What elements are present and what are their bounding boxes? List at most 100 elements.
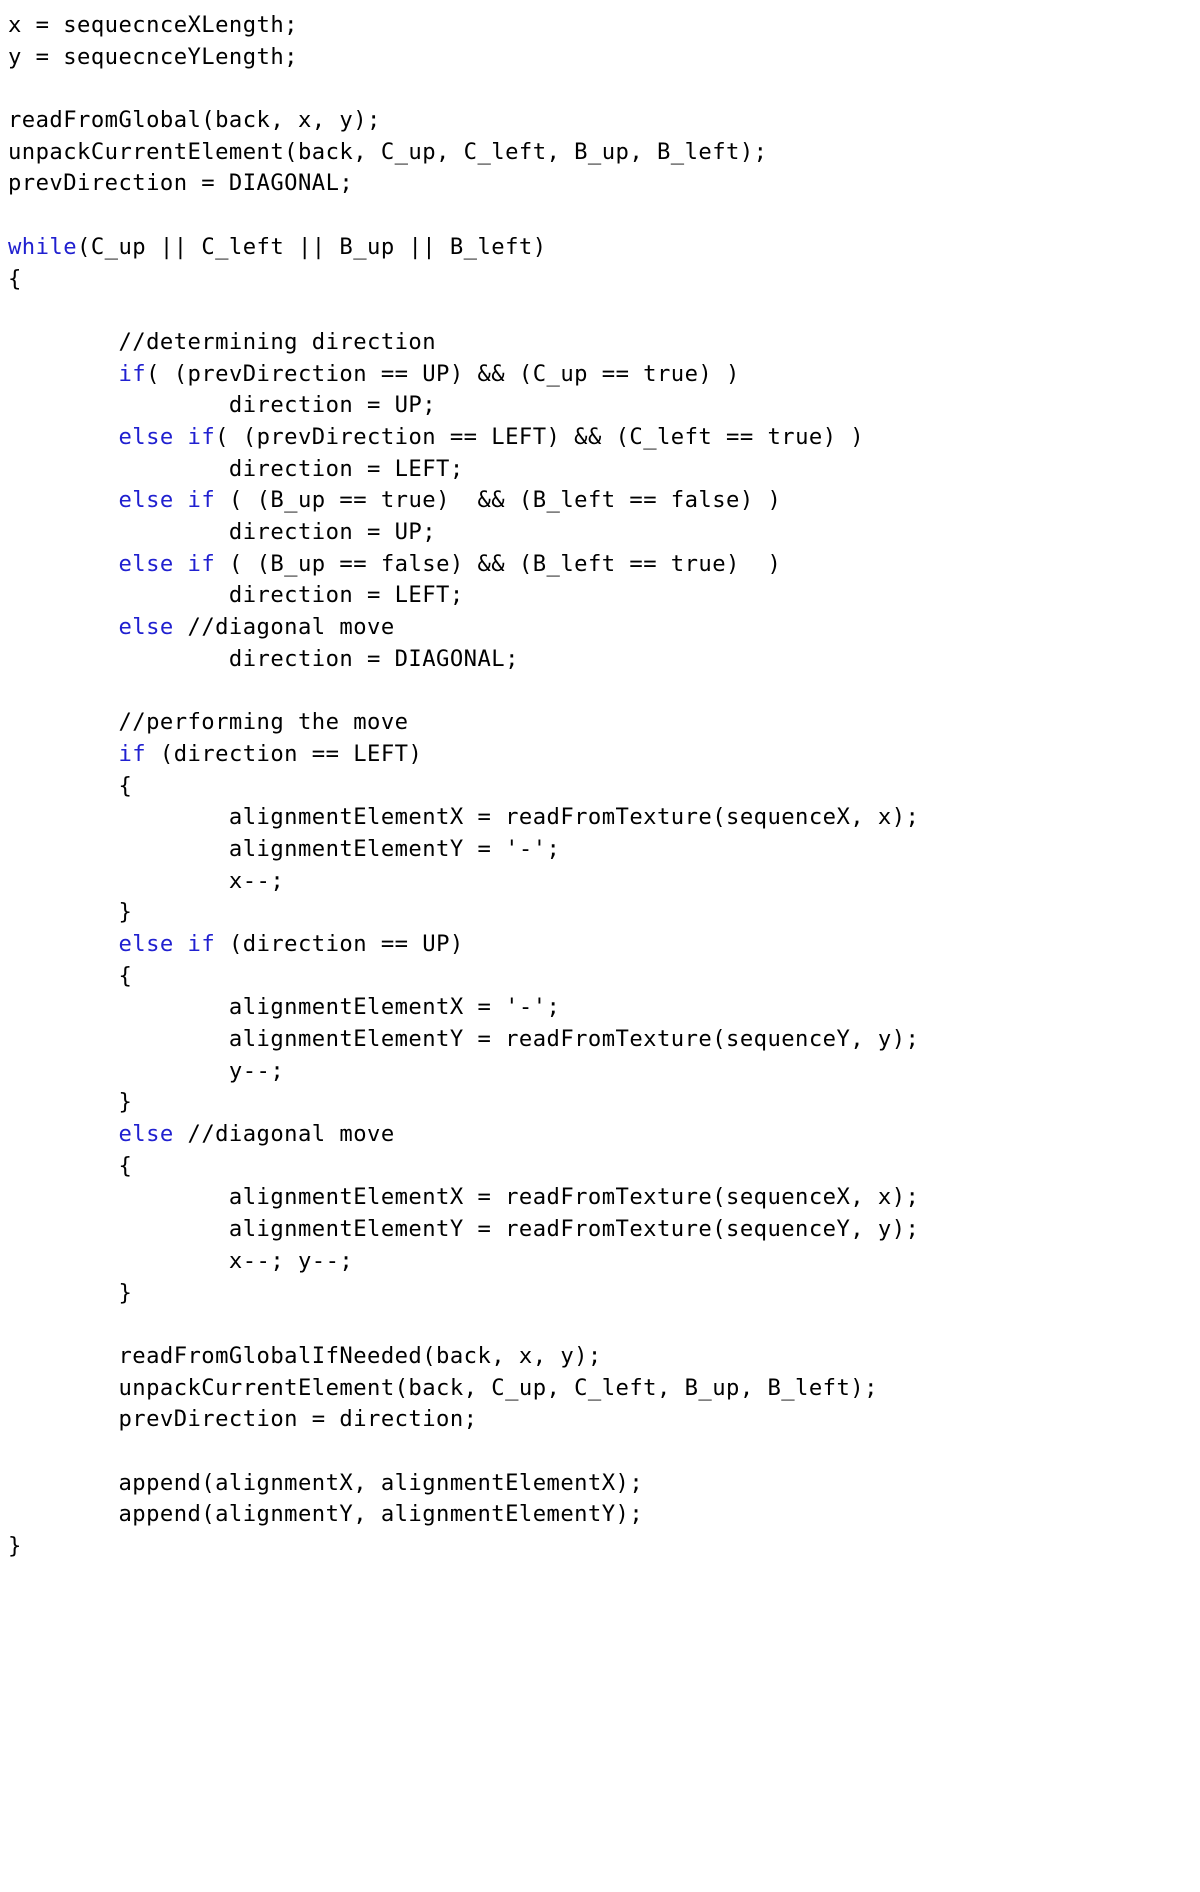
code-line: else if ( (B_up == false) && (B_left == … (8, 549, 1200, 581)
code-keyword: if (187, 930, 216, 957)
code-line: unpackCurrentElement(back, C_up, C_left,… (8, 1373, 1200, 1405)
code-token: ( (B_up == true) && (B_left == false) ) (215, 487, 782, 514)
code-token: } (8, 1089, 133, 1116)
code-token: x = sequecnceXLength; (8, 12, 298, 38)
code-token: (C_up || C_left || B_up || B_left) (77, 233, 547, 260)
code-keyword: while (8, 233, 78, 260)
code-line: direction = LEFT; (8, 454, 1200, 486)
code-token: } (8, 1279, 133, 1306)
code-token: x--; y--; (8, 1247, 354, 1274)
code-token: { (8, 962, 133, 989)
code-line: readFromGlobal(back, x, y); (8, 105, 1200, 137)
code-token: readFromGlobal(back, x, y); (8, 107, 381, 134)
code-token: alignmentElementY = readFromTexture(sequ… (8, 1026, 920, 1052)
code-line: alignmentElementY = '-'; (8, 834, 1200, 866)
code-line: append(alignmentY, alignmentElementY); (8, 1499, 1200, 1531)
code-token: y--; (8, 1057, 285, 1084)
code-token: unpackCurrentElement(back, C_up, C_left,… (8, 1374, 878, 1401)
code-line: alignmentElementX = readFromTexture(sequ… (8, 802, 1200, 834)
code-token: alignmentElementX = readFromTexture(sequ… (8, 804, 920, 831)
code-line: prevDirection = direction; (8, 1404, 1200, 1436)
code-token: { (8, 265, 22, 292)
code-token: //diagonal move (173, 1121, 395, 1148)
code-line: x--; y--; (8, 1246, 1200, 1278)
code-token: x--; (8, 867, 285, 894)
code-line: direction = UP; (8, 517, 1200, 549)
code-token: direction = LEFT; (8, 455, 464, 482)
code-keyword: else (118, 423, 174, 450)
code-token: direction = DIAGONAL; (8, 645, 519, 672)
code-line: if (direction == LEFT) (8, 739, 1200, 771)
code-line: { (8, 264, 1200, 296)
code-keyword: else (118, 550, 174, 577)
code-line: else if (direction == UP) (8, 929, 1200, 961)
code-token: alignmentElementX = '-'; (8, 994, 561, 1021)
code-token: direction = UP; (8, 392, 437, 419)
code-token: alignmentElementY = '-'; (8, 835, 561, 862)
code-line: append(alignmentX, alignmentElementX); (8, 1468, 1200, 1500)
code-token: (direction == UP) (215, 930, 464, 957)
code-line: } (8, 1278, 1200, 1310)
code-line: { (8, 961, 1200, 993)
code-token: { (8, 1152, 133, 1179)
code-line: direction = DIAGONAL; (8, 644, 1200, 676)
code-line: alignmentElementX = '-'; (8, 992, 1200, 1024)
code-line: direction = UP; (8, 390, 1200, 422)
code-token: append(alignmentY, alignmentElementY); (8, 1501, 644, 1528)
code-line: unpackCurrentElement(back, C_up, C_left,… (8, 137, 1200, 169)
code-line: } (8, 1087, 1200, 1119)
code-token: ( (B_up == false) && (B_left == true) ) (215, 550, 782, 577)
code-line: else //diagonal move (8, 612, 1200, 644)
code-token: alignmentElementY = readFromTexture(sequ… (8, 1216, 920, 1243)
code-line: } (8, 1531, 1200, 1563)
code-line: { (8, 771, 1200, 803)
code-line: } (8, 897, 1200, 929)
code-line: alignmentElementY = readFromTexture(sequ… (8, 1214, 1200, 1246)
code-token: } (8, 899, 133, 926)
code-line: { (8, 1151, 1200, 1183)
code-line: else //diagonal move (8, 1119, 1200, 1151)
code-token: ( (prevDirection == UP) && (C_up == true… (146, 360, 740, 387)
code-token: { (8, 772, 133, 799)
code-token: prevDirection = DIAGONAL; (8, 170, 354, 197)
code-token: //determining direction (8, 328, 437, 355)
code-keyword: else (118, 614, 174, 641)
code-line: y = sequecnceYLength; (8, 42, 1200, 74)
code-keyword: else (118, 1121, 174, 1148)
code-keyword: if (187, 550, 216, 577)
code-line: alignmentElementX = readFromTexture(sequ… (8, 1182, 1200, 1214)
code-keyword: if (187, 487, 216, 514)
code-keyword: if (118, 360, 147, 387)
code-token: append(alignmentX, alignmentElementX); (8, 1469, 644, 1496)
code-line: if( (prevDirection == UP) && (C_up == tr… (8, 359, 1200, 391)
code-line: else if ( (B_up == true) && (B_left == f… (8, 485, 1200, 517)
code-keyword: else (118, 930, 174, 957)
code-token: //performing the move (8, 709, 409, 736)
code-token: } (8, 1533, 22, 1559)
code-line: while(C_up || C_left || B_up || B_left) (8, 232, 1200, 264)
code-keyword: if (187, 423, 216, 450)
code-token: (direction == LEFT) (146, 740, 423, 767)
code-token: alignmentElementX = readFromTexture(sequ… (8, 1184, 920, 1211)
code-listing: x = sequecnceXLength; y = sequecnceYLengt… (0, 0, 1200, 1892)
code-line: else if( (prevDirection == LEFT) && (C_l… (8, 422, 1200, 454)
code-token: direction = UP; (8, 519, 437, 545)
code-token: //diagonal move (173, 614, 395, 641)
code-token: ( (prevDirection == LEFT) && (C_left == … (215, 423, 865, 450)
